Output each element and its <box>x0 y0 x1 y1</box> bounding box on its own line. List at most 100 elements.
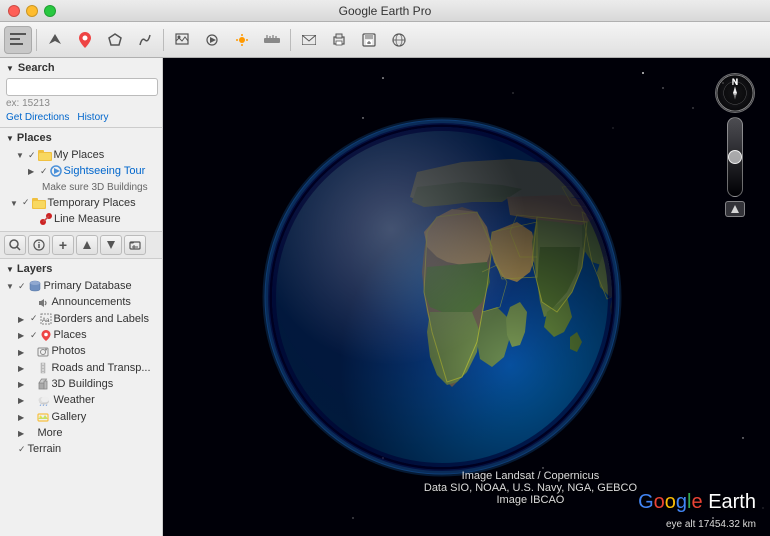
earth-view[interactable]: Image Landsat / Copernicus Data SIO, NOA… <box>163 58 770 536</box>
more-expander[interactable]: ▶ <box>18 428 28 438</box>
places-layer-check[interactable]: ✓ <box>30 330 38 341</box>
announcements-row: ▶ □ Announcements <box>18 294 156 310</box>
sightseeing-expander[interactable]: ▶ <box>28 166 38 176</box>
fly-to-button[interactable] <box>41 26 69 54</box>
sidebar-info-button[interactable] <box>28 235 50 255</box>
zoom-slider[interactable] <box>727 117 743 197</box>
compass-rose[interactable]: N <box>715 73 755 113</box>
attribution-line3: Image IBCAO <box>424 494 637 506</box>
places-section: ▼ Places ▼ ✓ My Places ▶ ✓ <box>0 128 162 232</box>
record-tour-button[interactable] <box>198 26 226 54</box>
nav-up-button[interactable] <box>725 201 745 217</box>
save-image-button[interactable] <box>355 26 383 54</box>
my-places-check[interactable]: ✓ <box>28 150 36 161</box>
photos-icon <box>37 346 49 358</box>
terrain-row: ▶ ✓ Terrain <box>6 441 156 457</box>
title-bar: Google Earth Pro <box>0 0 770 22</box>
sightseeing-check[interactable]: ✓ <box>40 166 48 177</box>
sidebar-move-up-button[interactable] <box>76 235 98 255</box>
weather-label: Weather <box>53 393 94 407</box>
zoom-handle[interactable] <box>728 150 742 164</box>
weather-expander[interactable]: ▶ <box>18 395 28 405</box>
sidebar-toggle-button[interactable] <box>4 26 32 54</box>
sidebar-toolbar: + <box>0 232 162 259</box>
roads-row: ▶ □ Roads and Transp... <box>18 360 156 376</box>
search-row: Search <box>6 78 156 96</box>
primary-db-label: Primary Database <box>44 279 132 293</box>
weather-row: ▶ □ Weather <box>18 392 156 408</box>
search-expand-icon[interactable]: ▼ <box>6 64 14 73</box>
gallery-row: ▶ □ Gallery <box>18 409 156 425</box>
places-header: ▼ Places <box>6 132 156 144</box>
photos-row: ▶ □ Photos <box>18 343 156 359</box>
sun-button[interactable] <box>228 26 256 54</box>
line-measure-icon <box>40 213 52 225</box>
sidebar-folder-button[interactable] <box>124 235 146 255</box>
3d-expander[interactable]: ▶ <box>18 379 28 389</box>
places-expand-icon[interactable]: ▼ <box>6 134 14 143</box>
attribution-line1: Image Landsat / Copernicus <box>424 470 637 482</box>
layers-label: Layers <box>17 263 52 275</box>
sightseeing-icon <box>50 165 62 177</box>
terrain-label: Terrain <box>28 442 62 456</box>
roads-expander[interactable]: ▶ <box>18 363 28 373</box>
my-places-label: My Places <box>54 148 105 162</box>
minimize-button[interactable] <box>26 5 38 17</box>
get-directions-link[interactable]: Get Directions <box>6 112 69 123</box>
primary-db-check[interactable]: ✓ <box>18 281 26 292</box>
temporary-places-row: ▼ ✓ Temporary Places <box>10 195 156 211</box>
announcements-label: Announcements <box>51 295 131 309</box>
3d-buildings-row: ▶ □ 3D Buildings <box>18 376 156 392</box>
roads-label: Roads and Transp... <box>51 361 150 375</box>
primary-db-expander[interactable]: ▼ <box>6 281 16 291</box>
temporary-places-check[interactable]: ✓ <box>22 197 30 208</box>
my-places-row: ▼ ✓ My Places <box>16 147 156 163</box>
traffic-lights[interactable] <box>8 5 56 17</box>
borders-labels-row: ▶ ✓ Aa Borders and Labels <box>18 311 156 327</box>
eye-alt-status: eye alt 17454.32 km <box>666 519 756 530</box>
navigation-controls: N <box>715 73 755 217</box>
sightseeing-tour-row: ▶ ✓ Sightseeing Tour <box>28 163 156 179</box>
print-button[interactable] <box>325 26 353 54</box>
layers-expand-icon[interactable]: ▼ <box>6 265 14 274</box>
photos-expander[interactable]: ▶ <box>18 347 28 357</box>
temporary-places-expander[interactable]: ▼ <box>10 198 20 208</box>
sidebar-move-down-button[interactable] <box>100 235 122 255</box>
layers-header: ▼ Layers <box>6 263 156 275</box>
make-sure-3d-row: Make sure 3D Buildings <box>42 180 156 195</box>
history-link[interactable]: History <box>77 112 108 123</box>
toolbar-separator-2 <box>163 29 164 51</box>
add-polygon-button[interactable] <box>101 26 129 54</box>
svg-text:Aa: Aa <box>42 318 50 324</box>
search-section: ▼ Search Search ex: 15213 Get Directions… <box>0 58 162 128</box>
add-path-button[interactable] <box>131 26 159 54</box>
sidebar-add-button[interactable]: + <box>52 235 74 255</box>
email-button[interactable] <box>295 26 323 54</box>
borders-check[interactable]: ✓ <box>30 313 38 324</box>
close-button[interactable] <box>8 5 20 17</box>
my-places-icon <box>38 149 52 161</box>
gallery-label: Gallery <box>51 410 86 424</box>
gallery-expander[interactable]: ▶ <box>18 412 28 422</box>
temporary-places-label: Temporary Places <box>48 196 136 210</box>
borders-expander[interactable]: ▶ <box>18 314 28 324</box>
temporary-places-icon <box>32 197 46 209</box>
maps-button[interactable] <box>385 26 413 54</box>
overlay-button[interactable] <box>168 26 196 54</box>
search-input[interactable] <box>6 78 158 96</box>
make-sure-3d-label: Make sure 3D Buildings <box>42 181 148 194</box>
my-places-expander[interactable]: ▼ <box>16 150 26 160</box>
ruler-button[interactable] <box>258 26 286 54</box>
maximize-button[interactable] <box>44 5 56 17</box>
search-hint: ex: 15213 <box>6 98 156 109</box>
globe <box>262 117 622 477</box>
add-placemark-button[interactable] <box>71 26 99 54</box>
app-title: Google Earth Pro <box>339 4 432 18</box>
terrain-check[interactable]: ✓ <box>18 444 26 455</box>
places-layer-expander[interactable]: ▶ <box>18 330 28 340</box>
line-measure-label: Line Measure <box>54 212 121 226</box>
search-header: ▼ Search <box>6 62 156 74</box>
sidebar-search-button[interactable] <box>4 235 26 255</box>
toolbar-separator <box>36 29 37 51</box>
sightseeing-label[interactable]: Sightseeing Tour <box>64 164 146 178</box>
